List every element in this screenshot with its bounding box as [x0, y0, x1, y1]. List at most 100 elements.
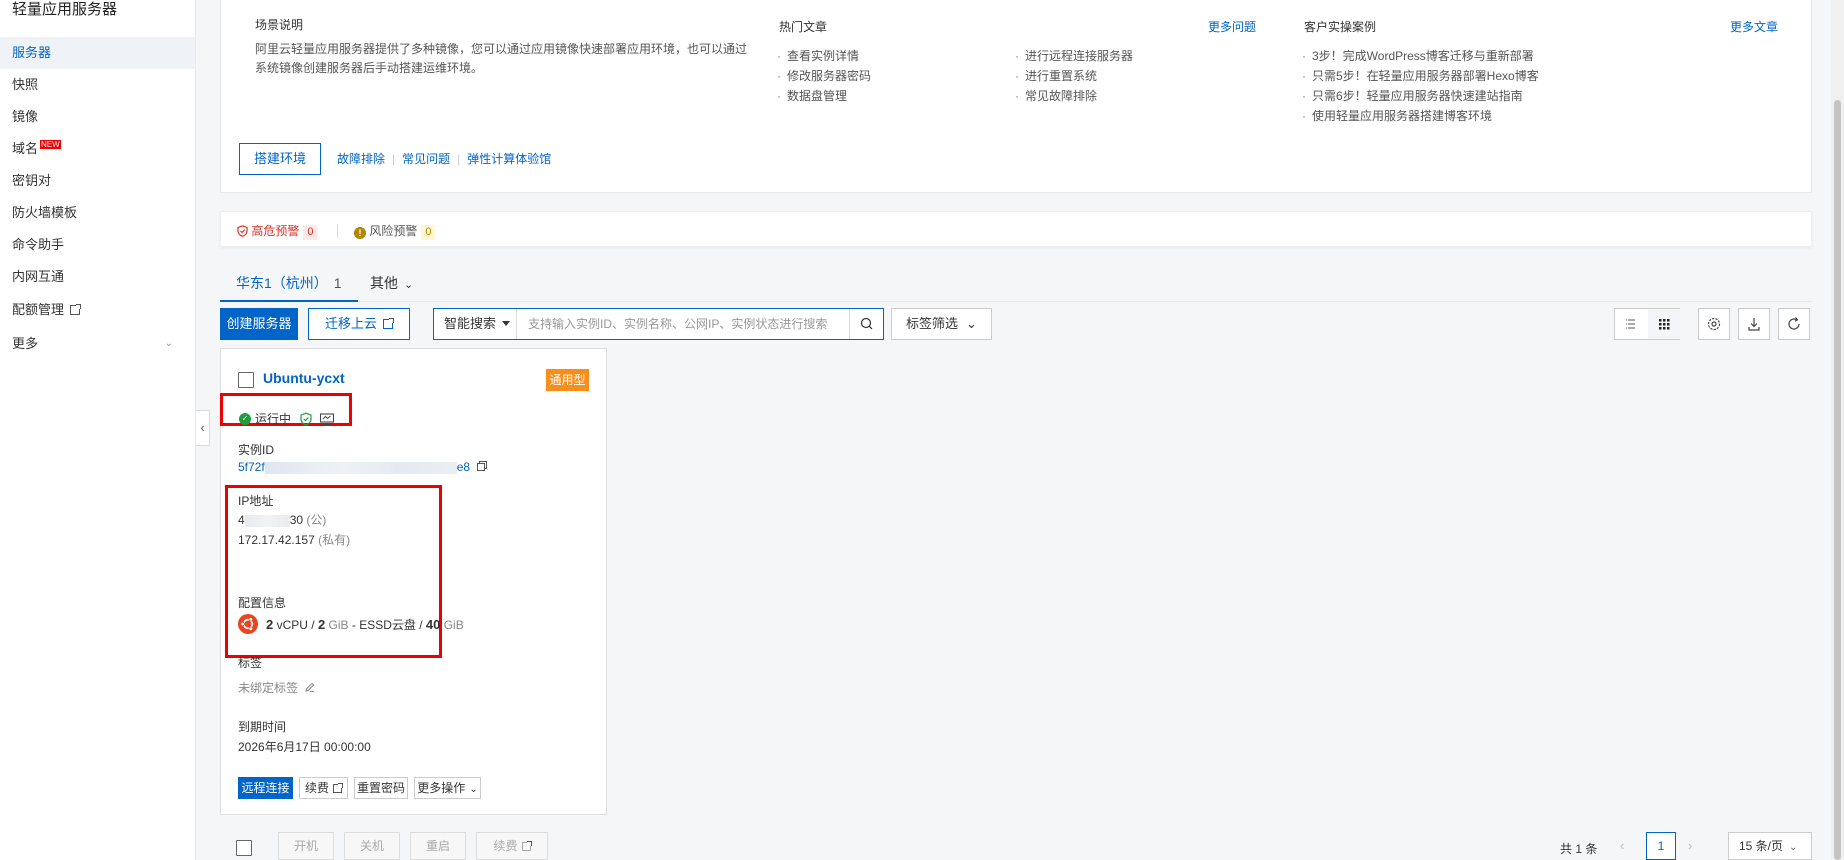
list-view-icon	[1626, 319, 1635, 329]
ubuntu-logo-icon	[238, 614, 258, 634]
more-questions-link[interactable]: 更多问题	[1208, 18, 1256, 35]
stop-button[interactable]: 关机	[344, 832, 400, 860]
risk-alert[interactable]: ! 风险预警 0	[354, 222, 436, 240]
search-type-select[interactable]: 智能搜索	[434, 309, 517, 339]
sidebar-item-command-assistant[interactable]: 命令助手	[0, 229, 195, 261]
search-input[interactable]	[518, 309, 850, 339]
settings-button[interactable]	[1698, 308, 1730, 340]
intro-card: 场景说明 阿里云轻量应用服务器提供了多种镜像，您可以通过应用镜像快速部署应用环境…	[220, 0, 1812, 193]
more-actions-button[interactable]: 更多操作 ⌄	[414, 777, 481, 799]
instance-card[interactable]: Ubuntu-ycxt 通用型 ✓ 运行中 实例ID 5f72f e8 IP地址 …	[220, 348, 607, 815]
sidebar-item-quota[interactable]: 配额管理	[0, 294, 195, 326]
high-risk-count: 0	[303, 225, 318, 240]
chevron-down-icon: ⌄	[469, 784, 478, 795]
scrollbar-thumb[interactable]	[1834, 100, 1841, 860]
link-divider: |	[392, 152, 396, 166]
security-shield-icon[interactable]	[299, 412, 313, 426]
build-environment-button[interactable]: 搭建环境	[239, 143, 321, 175]
main-content: 场景说明 阿里云轻量应用服务器提供了多种镜像，您可以通过应用镜像快速部署应用环境…	[220, 0, 1812, 860]
alert-bar: 高危预警 0 ! 风险预警 0	[220, 211, 1812, 247]
search-button[interactable]	[849, 309, 883, 339]
sidebar-collapse-button[interactable]: ‹	[196, 410, 210, 446]
sidebar-item-snapshots[interactable]: 快照	[0, 69, 195, 101]
risk-count: 0	[421, 225, 436, 240]
tag-value[interactable]: 未绑定标签	[238, 679, 316, 696]
search-icon	[860, 317, 873, 330]
article-link[interactable]: 查看实例详情	[777, 47, 859, 64]
article-link[interactable]: 修改服务器密码	[777, 67, 871, 84]
high-risk-alert[interactable]: 高危预警 0	[237, 222, 318, 240]
refresh-icon	[1788, 317, 1800, 330]
tab-region-hangzhou[interactable]: 华东1（杭州） 1	[220, 272, 358, 302]
shield-icon	[237, 225, 248, 237]
redacted-area	[244, 514, 290, 527]
create-server-button[interactable]: 创建服务器	[220, 308, 298, 340]
download-button[interactable]	[1738, 308, 1770, 340]
cases-title: 客户实操案例	[1304, 20, 1377, 34]
reset-password-button[interactable]: 重置密码	[354, 777, 408, 799]
ip-label: IP地址	[238, 494, 274, 508]
instance-id-value[interactable]: 5f72f e8	[238, 460, 488, 474]
case-link[interactable]: 只需6步！轻量应用服务器快速建站指南	[1302, 87, 1523, 104]
sidebar-item-images[interactable]: 镜像	[0, 101, 195, 133]
article-link[interactable]: 进行远程连接服务器	[1015, 47, 1133, 64]
article-link[interactable]: 常见故障排除	[1015, 87, 1097, 104]
tab-other-regions[interactable]: 其他 ⌄	[370, 272, 413, 302]
warning-icon: !	[354, 227, 366, 239]
scenario-links: 故障排除 | 常见问题 | 弹性计算体验馆	[337, 150, 551, 167]
article-link[interactable]: 进行重置系统	[1015, 67, 1097, 84]
sidebar-item-keypairs[interactable]: 密钥对	[0, 165, 195, 197]
sidebar-title: 轻量应用服务器	[12, 1, 118, 18]
page-scrollbar[interactable]	[1831, 0, 1844, 860]
region-tabs: 华东1（杭州） 1 其他 ⌄	[220, 268, 1812, 302]
external-link-icon	[383, 318, 394, 329]
renew-button[interactable]: 续费	[299, 777, 348, 799]
app-root: 轻量应用服务器 服务器 快照 镜像 域名 NEW 密钥对 防火墙模板 命令助手 内…	[0, 0, 1844, 860]
article-link[interactable]: 数据盘管理	[777, 87, 847, 104]
restart-button[interactable]: 重启	[410, 832, 466, 860]
migrate-button[interactable]: 迁移上云	[308, 308, 410, 340]
edit-icon[interactable]	[304, 681, 316, 693]
refresh-button[interactable]	[1778, 308, 1810, 340]
case-link[interactable]: 只需5步！在轻量应用服务器部署Hexo博客	[1302, 67, 1539, 84]
config-label: 配置信息	[238, 596, 287, 610]
scenario-title: 场景说明	[255, 18, 304, 32]
experience-hall-link[interactable]: 弹性计算体验馆	[467, 152, 551, 166]
bulk-renew-button[interactable]: 续费	[476, 832, 548, 860]
chevron-down-icon: ⌄	[1789, 842, 1798, 853]
scenario-description: 阿里云轻量应用服务器提供了多种镜像，您可以通过应用镜像快速部署应用环境，也可以通…	[255, 42, 748, 75]
chevron-down-icon: ⌄	[966, 316, 977, 331]
external-link-icon	[333, 783, 343, 793]
sidebar-item-more[interactable]: 更多 ⌄	[0, 328, 195, 360]
instance-name-link[interactable]: Ubuntu-ycxt	[263, 370, 345, 386]
sidebar-item-servers[interactable]: 服务器	[0, 37, 195, 69]
instance-checkbox[interactable]	[238, 372, 254, 388]
sidebar-item-intranet[interactable]: 内网互通	[0, 261, 195, 293]
tag-filter-dropdown[interactable]: 标签筛选 ⌄	[891, 308, 992, 340]
instance-status: ✓ 运行中	[239, 410, 335, 427]
page-size-select[interactable]: 15 条/页 ⌄	[1728, 832, 1812, 860]
grid-view-button[interactable]	[1648, 309, 1680, 339]
prev-page-icon[interactable]: ‹	[1620, 838, 1624, 853]
case-link[interactable]: 3步！完成WordPress博客迁移与重新部署	[1302, 47, 1534, 64]
sidebar: 轻量应用服务器 服务器 快照 镜像 域名 NEW 密钥对 防火墙模板 命令助手 内…	[0, 0, 196, 860]
faq-link[interactable]: 常见问题	[402, 152, 450, 166]
remote-connect-button[interactable]: 远程连接	[238, 777, 293, 799]
copy-icon[interactable]	[476, 460, 488, 472]
page-number-current[interactable]: 1	[1646, 832, 1676, 860]
grid-view-icon	[1659, 319, 1670, 330]
chevron-down-icon: ⌄	[404, 279, 414, 291]
new-badge: NEW	[40, 140, 61, 149]
redacted-area	[264, 461, 457, 474]
list-view-button[interactable]	[1615, 309, 1647, 339]
start-button[interactable]: 开机	[278, 832, 334, 860]
troubleshoot-link[interactable]: 故障排除	[337, 152, 385, 166]
sidebar-item-domains[interactable]: 域名 NEW	[0, 133, 195, 165]
next-page-icon[interactable]: ›	[1688, 838, 1692, 853]
more-articles-link[interactable]: 更多文章	[1730, 18, 1778, 35]
instance-type-badge: 通用型	[546, 369, 589, 391]
select-all-checkbox[interactable]	[236, 840, 252, 856]
monitor-icon[interactable]	[319, 412, 335, 426]
case-link[interactable]: 使用轻量应用服务器搭建博客环境	[1302, 107, 1492, 124]
sidebar-item-firewall-templates[interactable]: 防火墙模板	[0, 197, 195, 229]
